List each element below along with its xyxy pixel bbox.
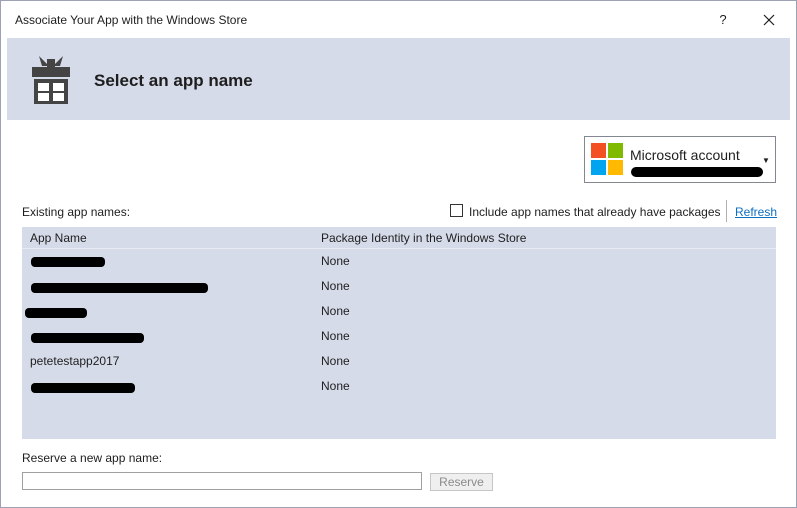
account-selector[interactable]: Microsoft account ▼ xyxy=(584,136,776,183)
dialog-window: Associate Your App with the Windows Stor… xyxy=(0,0,797,508)
table-row[interactable]: None xyxy=(22,249,776,274)
close-icon xyxy=(763,14,775,26)
include-packages-checkbox[interactable] xyxy=(450,204,463,217)
table-row[interactable]: None xyxy=(22,324,776,349)
package-identity-cell: None xyxy=(321,304,350,318)
redacted-app-name xyxy=(31,383,135,393)
app-names-table: App Name Package Identity in the Windows… xyxy=(22,227,776,439)
microsoft-logo-icon xyxy=(591,143,623,175)
header-banner: Select an app name xyxy=(7,38,790,120)
package-identity-cell: None xyxy=(321,379,350,393)
redacted-app-name xyxy=(31,283,208,293)
existing-app-names-label: Existing app names: xyxy=(22,205,131,219)
package-identity-cell: None xyxy=(321,329,350,343)
chevron-down-icon: ▼ xyxy=(762,156,770,165)
column-header-package-identity[interactable]: Package Identity in the Windows Store xyxy=(321,227,526,249)
redacted-app-name xyxy=(31,257,105,267)
account-label: Microsoft account xyxy=(630,147,740,163)
close-button[interactable] xyxy=(755,7,783,33)
redacted-app-name xyxy=(25,308,87,318)
redacted-account-email xyxy=(631,167,763,177)
refresh-link[interactable]: Refresh xyxy=(735,205,777,219)
table-row[interactable]: None xyxy=(22,374,776,399)
redacted-app-name xyxy=(31,333,144,343)
reserve-app-name-label: Reserve a new app name: xyxy=(22,451,163,465)
help-button[interactable]: ? xyxy=(709,7,737,33)
gift-icon xyxy=(32,56,70,104)
reserve-button[interactable]: Reserve xyxy=(430,473,493,491)
window-title: Associate Your App with the Windows Stor… xyxy=(15,13,248,27)
package-identity-cell: None xyxy=(321,279,350,293)
page-title: Select an app name xyxy=(94,71,253,90)
package-identity-cell: None xyxy=(321,254,350,268)
title-bar: Associate Your App with the Windows Stor… xyxy=(1,1,796,38)
table-row[interactable]: None xyxy=(22,299,776,324)
package-identity-cell: None xyxy=(321,354,350,368)
table-row[interactable]: None xyxy=(22,274,776,299)
divider xyxy=(726,200,727,222)
new-app-name-input[interactable] xyxy=(22,472,422,490)
app-name-cell: petetestapp2017 xyxy=(30,354,120,368)
table-row[interactable]: petetestapp2017 None xyxy=(22,349,776,374)
include-packages-label[interactable]: Include app names that already have pack… xyxy=(469,205,721,219)
column-header-app-name[interactable]: App Name xyxy=(30,227,87,249)
